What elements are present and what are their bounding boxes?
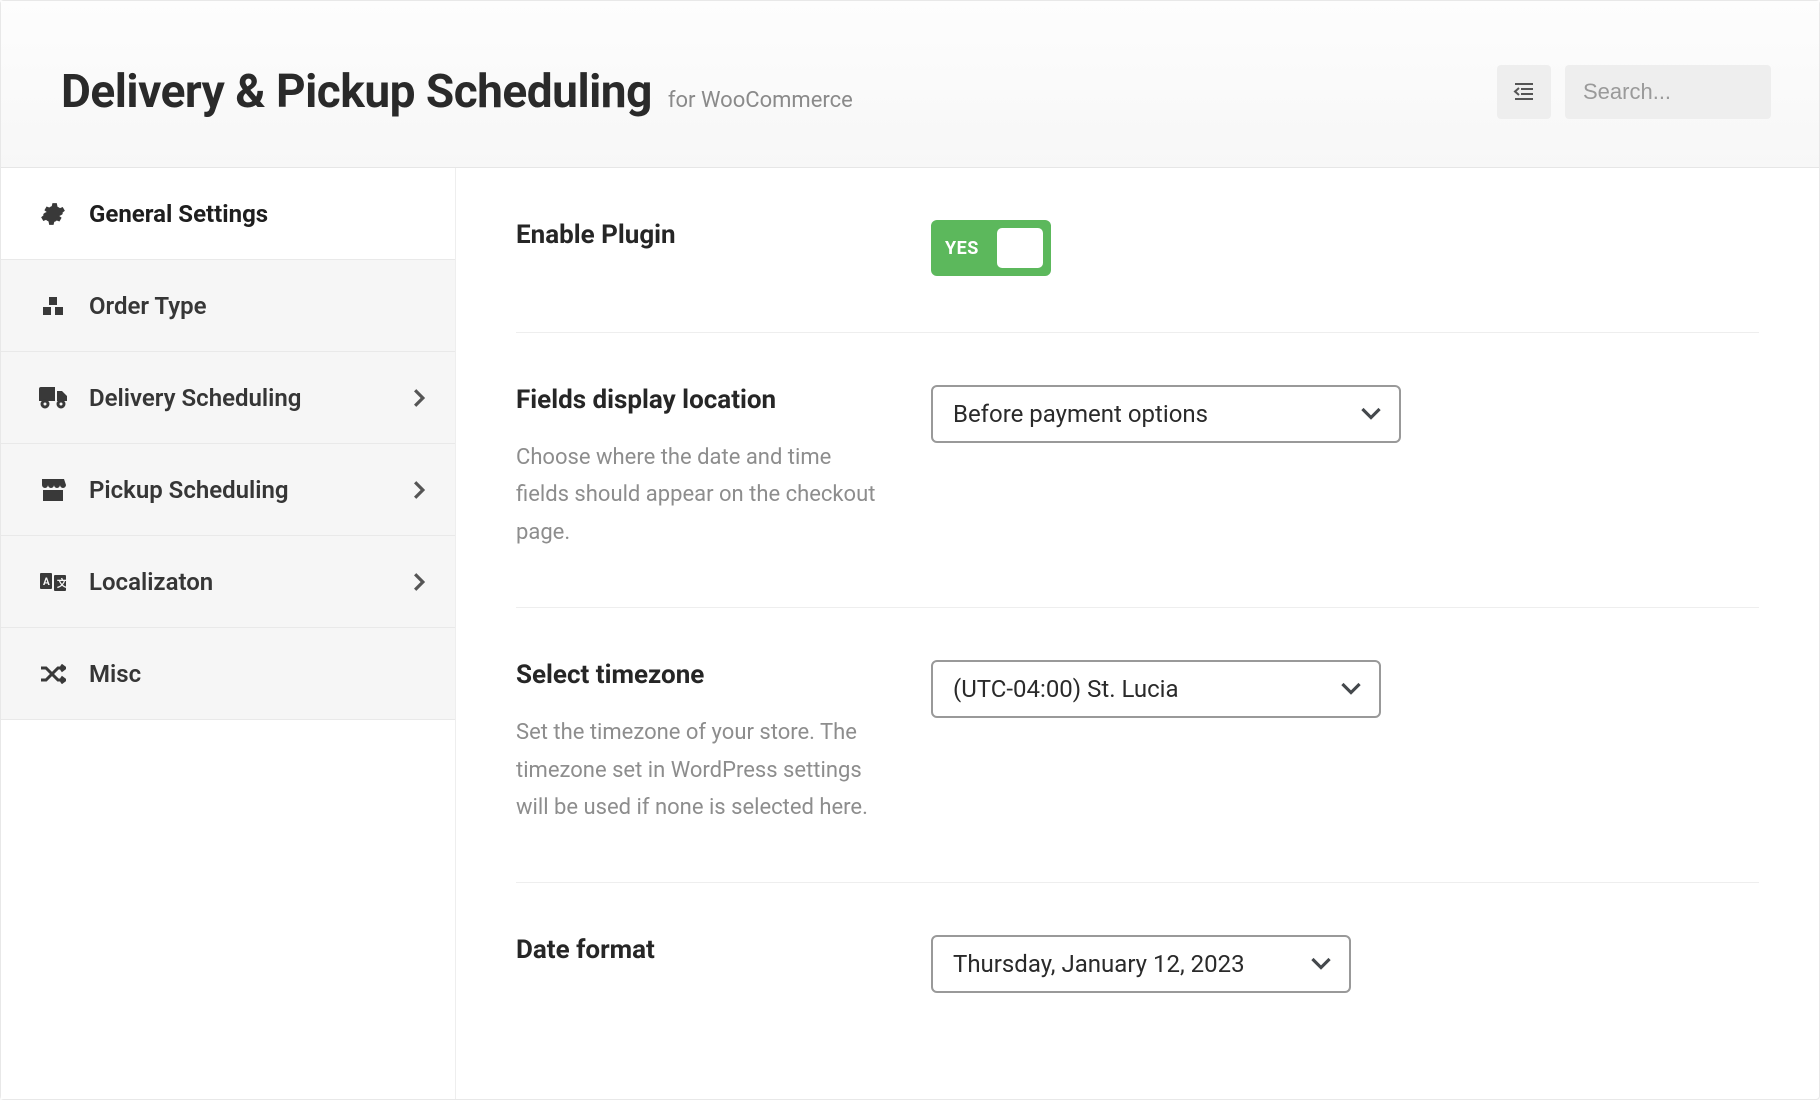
sidebar-item-localization[interactable]: A文 Localizaton [1, 536, 455, 628]
store-icon [39, 479, 67, 501]
chevron-down-icon [1341, 682, 1361, 696]
setting-label: Enable Plugin [516, 220, 891, 250]
language-icon: A文 [39, 573, 67, 591]
sidebar-item-label: Order Type [89, 292, 207, 320]
toggle-knob [997, 228, 1043, 268]
page-subtitle: for WooCommerce [668, 88, 853, 113]
sidebar-item-label: Misc [89, 660, 141, 688]
setting-label: Fields display location [516, 385, 891, 415]
header-actions [1497, 65, 1771, 119]
setting-label: Select timezone [516, 660, 891, 690]
sidebar-item-label: General Settings [89, 200, 268, 228]
truck-icon [39, 387, 67, 409]
boxes-icon [39, 294, 67, 318]
sidebar-item-label: Delivery Scheduling [89, 384, 301, 412]
sidebar-item-label: Localizaton [89, 568, 213, 596]
setting-row-enable-plugin: Enable Plugin YES [516, 168, 1759, 333]
sidebar-item-pickup-scheduling[interactable]: Pickup Scheduling [1, 444, 455, 536]
chevron-down-icon [1311, 957, 1331, 971]
setting-row-fields-display: Fields display location Choose where the… [516, 333, 1759, 608]
fields-display-select[interactable]: Before payment options [931, 385, 1401, 443]
sidebar-item-misc[interactable]: Misc [1, 628, 455, 720]
setting-row-timezone: Select timezone Set the timezone of your… [516, 608, 1759, 883]
timezone-select[interactable]: (UTC-04:00) St. Lucia [931, 660, 1381, 718]
sidebar-item-delivery-scheduling[interactable]: Delivery Scheduling [1, 352, 455, 444]
shuffle-icon [39, 664, 67, 684]
setting-row-date-format: Date format Thursday, January 12, 2023 [516, 883, 1759, 1049]
chevron-right-icon [413, 389, 425, 407]
svg-text:A: A [43, 577, 50, 588]
setting-description: Choose where the date and time fields sh… [516, 439, 886, 551]
chevron-down-icon [1361, 407, 1381, 421]
page-title: Delivery & Pickup Scheduling [61, 65, 652, 119]
header-bar: Delivery & Pickup Scheduling for WooComm… [1, 1, 1819, 168]
setting-description: Set the timezone of your store. The time… [516, 714, 886, 826]
enable-plugin-toggle[interactable]: YES [931, 220, 1051, 276]
sidebar-item-order-type[interactable]: Order Type [1, 260, 455, 352]
select-value: Before payment options [953, 400, 1208, 428]
collapse-panel-button[interactable] [1497, 65, 1551, 119]
date-format-select[interactable]: Thursday, January 12, 2023 [931, 935, 1351, 993]
chevron-right-icon [413, 573, 425, 591]
sidebar: General Settings Order Type Delivery Sch… [1, 168, 456, 1099]
settings-content: Enable Plugin YES Fields display locatio… [456, 168, 1819, 1099]
svg-text:文: 文 [57, 577, 66, 590]
sidebar-item-label: Pickup Scheduling [89, 476, 289, 504]
title-wrap: Delivery & Pickup Scheduling for WooComm… [61, 65, 853, 119]
sidebar-item-general-settings[interactable]: General Settings [1, 168, 455, 260]
toggle-state-text: YES [945, 238, 979, 259]
select-value: (UTC-04:00) St. Lucia [953, 675, 1179, 703]
search-input[interactable] [1565, 65, 1771, 119]
chevron-right-icon [413, 481, 425, 499]
gears-icon [39, 201, 67, 227]
setting-label: Date format [516, 935, 891, 965]
indent-icon [1512, 80, 1536, 104]
select-value: Thursday, January 12, 2023 [953, 950, 1245, 978]
